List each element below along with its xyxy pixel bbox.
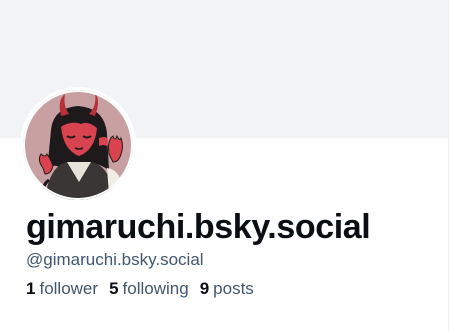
followers-label: follower	[39, 279, 99, 298]
followers-link[interactable]: 1 follower	[26, 279, 98, 299]
avatar-illustration-icon	[23, 90, 133, 200]
following-count: 5	[109, 279, 119, 298]
posts-count: 9	[199, 279, 210, 298]
profile-stats: 1 follower 5 following 9 posts	[26, 279, 265, 299]
profile-handle: @gimaruchi.bsky.social	[26, 250, 204, 269]
following-link[interactable]: 5 following	[109, 279, 189, 299]
profile-avatar[interactable]	[20, 87, 136, 203]
posts-label: posts	[213, 279, 254, 298]
following-label: following	[122, 279, 189, 298]
followers-count: 1	[26, 279, 36, 298]
profile-display-name: gimaruchi.bsky.social	[26, 208, 371, 246]
posts-stat: 9 posts	[200, 279, 254, 299]
